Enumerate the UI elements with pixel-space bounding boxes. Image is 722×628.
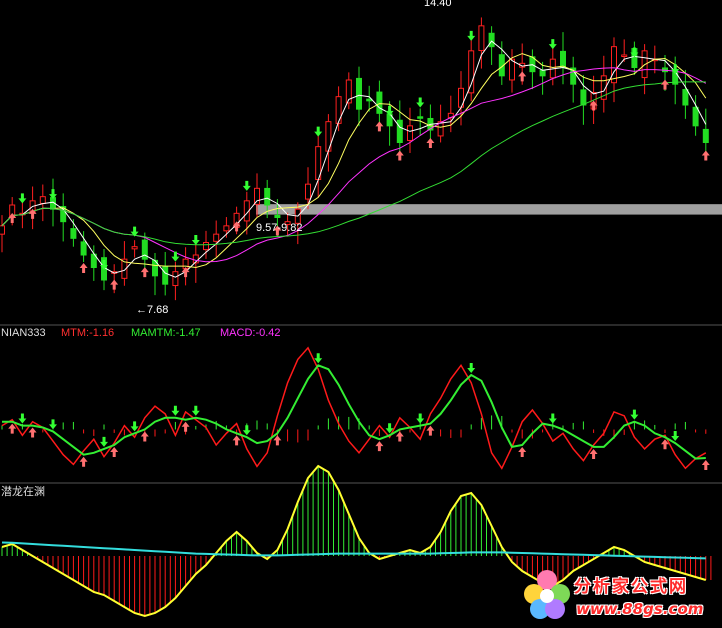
- candle-body: [0, 225, 5, 235]
- candle-body: [478, 25, 485, 52]
- watermark: 分析家公式网 www.88gs.com: [522, 566, 722, 628]
- candle-body: [396, 119, 403, 144]
- candle-body: [335, 96, 342, 124]
- candle-body: [254, 187, 260, 205]
- candle-body: [39, 196, 46, 204]
- candle-body: [611, 46, 617, 84]
- candle-body: [274, 214, 281, 218]
- watermark-url: www.88gs.com: [576, 600, 704, 618]
- candle-body: [621, 54, 628, 57]
- candle-body: [223, 225, 230, 232]
- macd-value-label: MACD:-0.42: [220, 327, 281, 339]
- oscillator-panel-title: 潜龙在渊: [1, 485, 45, 498]
- range-label: 9.57-9.82: [256, 222, 303, 234]
- candle-body: [539, 70, 546, 77]
- stock-chart: [0, 0, 722, 628]
- candle-body: [376, 91, 383, 114]
- candle-body: [131, 246, 138, 250]
- candle-body: [264, 187, 271, 206]
- candle-body: [692, 106, 699, 127]
- watermark-title: 分析家公式网: [574, 577, 688, 597]
- candle-body: [203, 242, 209, 251]
- candle-body: [366, 98, 373, 102]
- candle-body: [468, 50, 475, 94]
- candle-body: [488, 32, 495, 48]
- high-price-label: 14.40: [424, 0, 452, 9]
- candle-body: [560, 50, 566, 69]
- low-price-label: ←7.68: [136, 304, 169, 316]
- candle-body: [172, 271, 179, 287]
- candle-body: [356, 77, 362, 110]
- candle-body: [682, 89, 689, 106]
- mtm-value-label: MTM:-1.16: [61, 327, 115, 339]
- candle-body: [213, 233, 220, 242]
- candle-body: [70, 228, 77, 239]
- support-band: [256, 204, 722, 215]
- flower-logo-icon: [524, 570, 570, 619]
- candle-body: [80, 241, 87, 256]
- candle-body: [509, 58, 515, 81]
- candle-body: [162, 266, 169, 285]
- indicator-panel-title: NIAN333: [1, 327, 46, 339]
- candle-body: [580, 89, 587, 106]
- candle-body: [305, 183, 311, 200]
- candle-body: [407, 125, 413, 141]
- candle-body: [417, 116, 424, 119]
- mamtm-value-label: MAMTM:-1.47: [131, 327, 201, 339]
- candle-body: [702, 128, 709, 143]
